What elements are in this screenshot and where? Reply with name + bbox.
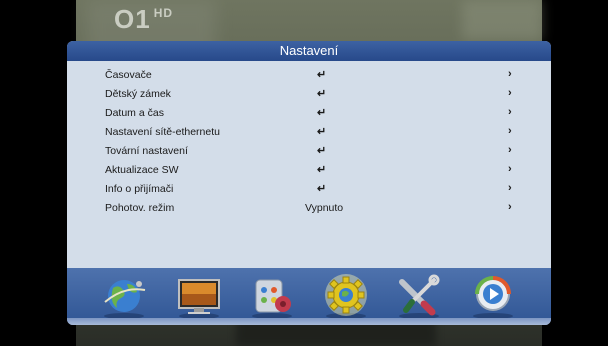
chevron-right-icon: › [508, 87, 512, 99]
chevron-right-icon: › [508, 182, 512, 194]
menu-item-label: Tovární nastavení [105, 145, 188, 157]
menu-item-standby-mode[interactable]: Pohotov. režim Vypnuto › [67, 199, 551, 218]
chevron-right-icon: › [508, 163, 512, 175]
chevron-right-icon: › [508, 201, 512, 213]
play-icon[interactable] [468, 272, 518, 320]
menu-item-date-time[interactable]: Datum a čas ↵ › [67, 104, 551, 123]
globe-satellite-icon[interactable] [99, 272, 149, 320]
menu-item-label: Datum a čas [105, 107, 164, 119]
menu-item-label: Nastavení sítě-ethernetu [105, 126, 220, 138]
menu-item-timers[interactable]: Časovače ↵ › [67, 66, 551, 85]
menu-item-label: Pohotov. režim [105, 202, 175, 214]
enter-icon: ↵ [317, 107, 327, 119]
chevron-right-icon: › [508, 68, 512, 80]
menu-item-label: Dětský zámek [105, 88, 171, 100]
settings-menu: Časovače ↵ › Dětský zámek ↵ › Datum a ča… [67, 66, 551, 218]
channel-logo: O1 HD [114, 4, 174, 34]
settings-gear-icon[interactable] [321, 272, 371, 320]
menu-item-network-ethernet[interactable]: Nastavení sítě-ethernetu ↵ › [67, 123, 551, 142]
menu-item-label: Info o přijímači [105, 183, 174, 195]
chevron-right-icon: › [508, 106, 512, 118]
menu-item-receiver-info[interactable]: Info o přijímači ↵ › [67, 180, 551, 199]
enter-icon: ↵ [317, 126, 327, 138]
chevron-right-icon: › [508, 144, 512, 156]
menu-item-software-update[interactable]: Aktualizace SW ↵ › [67, 161, 551, 180]
icon-shelf [67, 318, 551, 325]
menu-item-factory-reset[interactable]: Tovární nastavení ↵ › [67, 142, 551, 161]
enter-icon: ↵ [317, 69, 327, 81]
menu-title: Nastavení [67, 41, 551, 61]
category-icon-bar [67, 268, 551, 325]
standby-mode-value: Vypnuto [305, 202, 344, 214]
enter-icon: ↵ [317, 183, 327, 195]
settings-panel: Nastavení Časovače ↵ › Dětský zámek ↵ › … [67, 41, 551, 325]
enter-icon: ↵ [317, 88, 327, 100]
menu-item-label: Aktualizace SW [105, 164, 179, 176]
enter-icon: ↵ [317, 145, 327, 157]
menu-item-parental-lock[interactable]: Dětský zámek ↵ › [67, 85, 551, 104]
chevron-right-icon: › [508, 125, 512, 137]
menu-item-label: Časovače [105, 69, 152, 81]
tools-icon[interactable] [394, 272, 444, 320]
media-icon[interactable] [247, 272, 297, 320]
enter-icon: ↵ [317, 164, 327, 176]
monitor-icon[interactable] [174, 272, 224, 320]
